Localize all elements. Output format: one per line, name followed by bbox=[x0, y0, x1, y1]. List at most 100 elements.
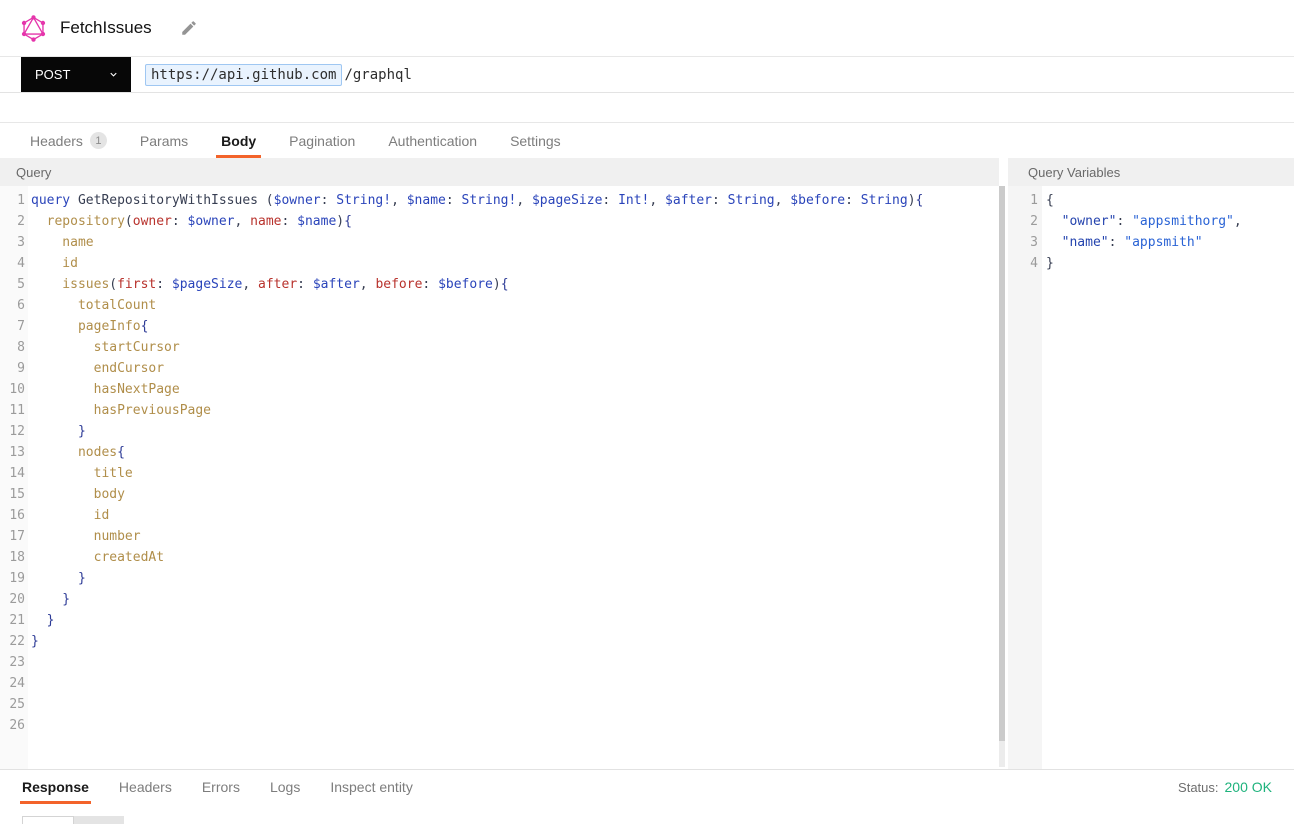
response-tab-inspect-entity[interactable]: Inspect entity bbox=[330, 770, 413, 804]
response-tab-logs[interactable]: Logs bbox=[270, 770, 300, 804]
line-number: 11 bbox=[0, 400, 25, 421]
tab-headers[interactable]: Headers1 bbox=[30, 123, 107, 158]
pane-divider bbox=[999, 158, 1008, 186]
line-number: 17 bbox=[0, 526, 25, 547]
tab-label: Body bbox=[221, 133, 256, 149]
edit-name-pencil-icon[interactable] bbox=[180, 19, 198, 37]
editor-pane-headers: Query Query Variables bbox=[0, 158, 1294, 186]
status-value: 200 OK bbox=[1225, 779, 1272, 795]
graphql-logo-icon bbox=[20, 15, 47, 42]
line-number: 7 bbox=[0, 316, 25, 337]
code-line: 16 id bbox=[0, 505, 999, 526]
api-header: FetchIssues bbox=[0, 0, 1294, 57]
response-view-toggle-option-2[interactable] bbox=[74, 816, 124, 824]
code-line: 19 } bbox=[0, 568, 999, 589]
line-content: "name": "appsmith" bbox=[1038, 232, 1203, 253]
line-number: 23 bbox=[0, 652, 25, 673]
line-content: createdAt bbox=[25, 547, 164, 568]
query-code-lines[interactable]: 1query GetRepositoryWithIssues ($owner: … bbox=[0, 186, 999, 736]
response-view-toggle-option-1[interactable] bbox=[22, 816, 74, 824]
line-number: 9 bbox=[0, 358, 25, 379]
query-variables-editor[interactable]: 1{2 "owner": "appsmithorg",3 "name": "ap… bbox=[1008, 186, 1294, 769]
page-title: FetchIssues bbox=[60, 18, 152, 38]
tab-pagination[interactable]: Pagination bbox=[289, 123, 355, 158]
line-number: 18 bbox=[0, 547, 25, 568]
url-host-token[interactable]: https://api.github.com bbox=[145, 64, 342, 86]
code-line: 12 } bbox=[0, 421, 999, 442]
code-line: 2 repository(owner: $owner, name: $name)… bbox=[0, 211, 999, 232]
line-content: } bbox=[25, 421, 86, 442]
code-line: 23 bbox=[0, 652, 999, 673]
line-content: hasNextPage bbox=[25, 379, 180, 400]
code-line: 24 bbox=[0, 673, 999, 694]
graphql-query-editor[interactable]: 1query GetRepositoryWithIssues ($owner: … bbox=[0, 186, 999, 769]
line-content: number bbox=[25, 526, 141, 547]
url-section-divider bbox=[0, 93, 1294, 123]
response-tab-errors[interactable]: Errors bbox=[202, 770, 240, 804]
code-line: 15 body bbox=[0, 484, 999, 505]
api-editor: FetchIssues POST https://api.github.com … bbox=[0, 0, 1294, 824]
line-content: "owner": "appsmithorg", bbox=[1038, 211, 1242, 232]
line-content: } bbox=[25, 589, 70, 610]
variables-pane-title: Query Variables bbox=[1028, 165, 1120, 180]
tab-label: Logs bbox=[270, 779, 300, 795]
line-content: query GetRepositoryWithIssues ($owner: S… bbox=[25, 190, 923, 211]
line-content bbox=[25, 673, 31, 694]
line-number: 8 bbox=[0, 337, 25, 358]
line-number: 22 bbox=[0, 631, 25, 652]
code-line: 14 title bbox=[0, 463, 999, 484]
code-line: 10 hasNextPage bbox=[0, 379, 999, 400]
line-number: 12 bbox=[0, 421, 25, 442]
tab-settings[interactable]: Settings bbox=[510, 123, 561, 158]
tab-label: Params bbox=[140, 133, 188, 149]
request-url-bar: POST https://api.github.com /graphql bbox=[0, 57, 1294, 93]
code-line: 26 bbox=[0, 715, 999, 736]
url-path-text[interactable]: /graphql bbox=[344, 66, 411, 84]
line-content: nodes{ bbox=[25, 442, 125, 463]
code-line: 3 name bbox=[0, 232, 999, 253]
line-content: repository(owner: $owner, name: $name){ bbox=[25, 211, 352, 232]
tab-label: Pagination bbox=[289, 133, 355, 149]
active-tab-underline bbox=[20, 801, 91, 804]
variables-code-lines[interactable]: 1{2 "owner": "appsmithorg",3 "name": "ap… bbox=[1008, 186, 1294, 274]
code-line: 5 issues(first: $pageSize, after: $after… bbox=[0, 274, 999, 295]
code-line: 9 endCursor bbox=[0, 358, 999, 379]
code-line: 25 bbox=[0, 694, 999, 715]
response-status: Status: 200 OK bbox=[1178, 770, 1272, 804]
code-line: 7 pageInfo{ bbox=[0, 316, 999, 337]
line-number: 16 bbox=[0, 505, 25, 526]
http-method-dropdown[interactable]: POST bbox=[21, 57, 131, 92]
query-pane-title: Query bbox=[16, 165, 51, 180]
line-content: endCursor bbox=[25, 358, 164, 379]
response-tab-headers[interactable]: Headers bbox=[119, 770, 172, 804]
line-content bbox=[25, 652, 31, 673]
code-line: 22} bbox=[0, 631, 999, 652]
tab-label: Headers bbox=[30, 133, 83, 149]
tab-authentication[interactable]: Authentication bbox=[388, 123, 477, 158]
url-input[interactable]: https://api.github.com /graphql bbox=[145, 57, 1294, 92]
active-tab-underline bbox=[216, 155, 261, 158]
request-tabs: Headers1 Params Body Pagination Authenticati… bbox=[0, 123, 1294, 158]
tab-body[interactable]: Body bbox=[221, 123, 256, 158]
status-label: Status: bbox=[1178, 780, 1218, 795]
code-line: 21 } bbox=[0, 610, 999, 631]
code-line: 4} bbox=[1008, 253, 1294, 274]
line-number: 3 bbox=[1008, 232, 1038, 253]
line-content: issues(first: $pageSize, after: $after, … bbox=[25, 274, 509, 295]
editor-scrollbar[interactable] bbox=[999, 186, 1005, 741]
code-line: 6 totalCount bbox=[0, 295, 999, 316]
line-number: 2 bbox=[0, 211, 25, 232]
line-number: 1 bbox=[0, 190, 25, 211]
editor-scrollbar-track[interactable] bbox=[999, 741, 1005, 767]
line-number: 15 bbox=[0, 484, 25, 505]
line-content: } bbox=[25, 568, 86, 589]
line-number: 14 bbox=[0, 463, 25, 484]
line-number: 25 bbox=[0, 694, 25, 715]
response-tabs-bar: ResponseHeadersErrorsLogsInspect entity … bbox=[0, 769, 1294, 804]
code-line: 4 id bbox=[0, 253, 999, 274]
chevron-down-icon bbox=[108, 69, 119, 80]
tab-params[interactable]: Params bbox=[140, 123, 188, 158]
response-tab-response[interactable]: Response bbox=[22, 770, 89, 804]
variables-pane-header: Query Variables bbox=[1008, 158, 1294, 186]
code-line: 17 number bbox=[0, 526, 999, 547]
